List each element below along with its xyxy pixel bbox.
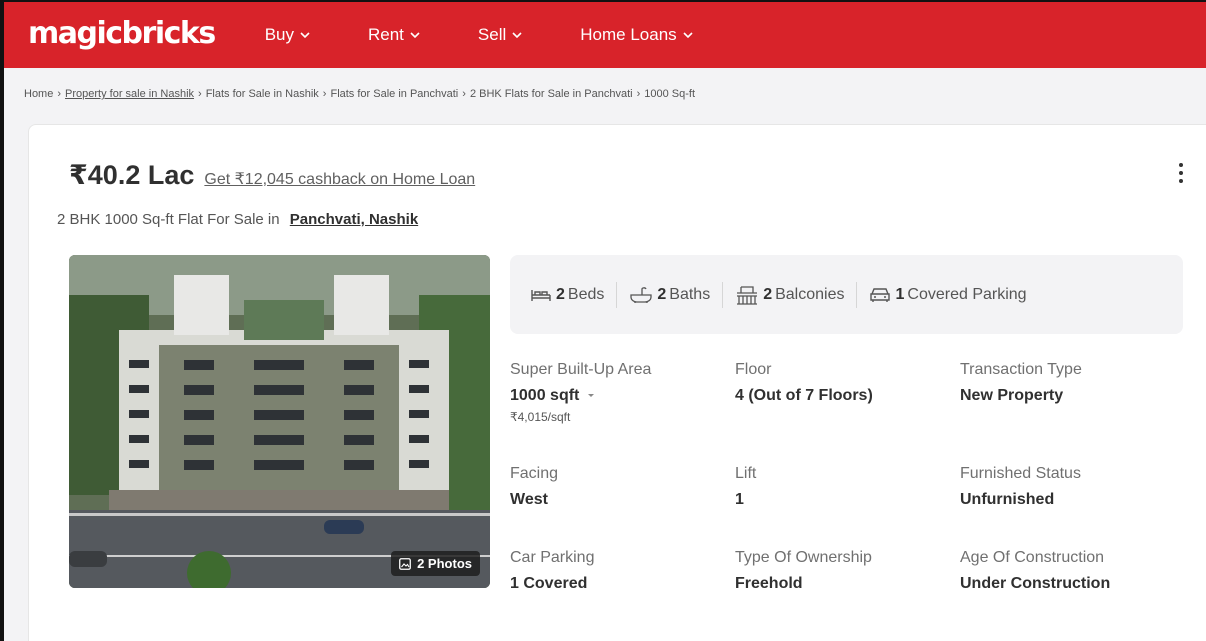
breadcrumb: Home › Property for sale in Nashik › Fla… <box>4 68 1206 120</box>
more-options-icon[interactable] <box>1175 161 1187 187</box>
property-summary-bar: 2 Beds 2 Baths 2 Balconies 1 Covered Par… <box>510 255 1183 334</box>
bed-icon <box>531 289 551 301</box>
spec-car-parking: Car Parking 1 Covered <box>510 549 730 593</box>
chevron-down-icon <box>512 32 522 39</box>
spec-value: Unfurnished <box>960 491 1055 508</box>
image-icon <box>399 557 411 570</box>
spec-lift: Lift 1 <box>735 465 955 509</box>
spec-furnished-status: Furnished Status Unfurnished <box>960 465 1180 509</box>
summary-baths: 2 Baths <box>629 286 710 304</box>
chevron-down-icon <box>300 32 310 39</box>
building-photo-illustration <box>69 255 490 588</box>
breadcrumb-flats-nashik[interactable]: Flats for Sale in Nashik <box>206 88 319 100</box>
spec-value: 4 (Out of 7 Floors) <box>735 387 873 404</box>
breadcrumb-2bhk-panchvati[interactable]: 2 BHK Flats for Sale in Panchvati <box>470 88 633 100</box>
beds-count: 2 <box>556 285 565 303</box>
nav-sell-label: Sell <box>477 25 507 44</box>
spec-value: New Property <box>960 387 1064 404</box>
spec-type-of-ownership: Type Of Ownership Freehold <box>735 549 955 593</box>
chevron-down-icon <box>683 32 693 39</box>
price-per-sqft: ₹4,015/sqft <box>510 410 571 424</box>
spec-label: Facing <box>510 465 559 482</box>
summary-divider <box>722 281 724 308</box>
parking-count: 1 <box>895 285 905 303</box>
balcony-icon <box>737 285 758 305</box>
car-icon <box>870 287 891 302</box>
spec-label: Floor <box>735 361 772 378</box>
spec-value: Freehold <box>735 575 803 592</box>
magicbricks-logo[interactable]: magicbricks <box>28 16 216 51</box>
nav-buy[interactable]: Buy <box>265 25 310 45</box>
area-unit-dropdown[interactable]: 1000 sqft <box>510 387 730 405</box>
spec-value: Under Construction <box>960 575 1111 592</box>
beds-label: Beds <box>567 285 605 303</box>
property-title-text: 2 BHK 1000 Sq-ft Flat For Sale in <box>57 211 280 228</box>
breadcrumb-property-nashik[interactable]: Property for sale in Nashik <box>65 88 194 100</box>
spec-label: Type Of Ownership <box>735 549 872 566</box>
breadcrumb-separator: › <box>57 88 62 100</box>
breadcrumb-separator: › <box>462 88 466 100</box>
spec-value: West <box>510 491 548 508</box>
spec-value: 1 <box>735 491 744 508</box>
spec-value: 1 Covered <box>510 575 588 592</box>
property-title: 2 BHK 1000 Sq-ft Flat For Sale in Panchv… <box>57 211 418 228</box>
property-location-link[interactable]: Panchvati, Nashik <box>290 211 418 228</box>
breadcrumb-current: 1000 Sq-ft <box>644 88 696 100</box>
spec-label: Car Parking <box>510 549 595 566</box>
cashback-link[interactable]: Get ₹12,045 cashback on Home Loan <box>204 169 475 189</box>
chevron-down-icon <box>410 32 420 39</box>
summary-beds: 2 Beds <box>530 286 604 304</box>
spec-label: Lift <box>735 465 757 482</box>
breadcrumb-flats-panchvati[interactable]: Flats for Sale in Panchvati <box>330 88 458 100</box>
balconies-count: 2 <box>763 285 773 303</box>
baths-label: Baths <box>669 285 711 303</box>
photos-count-label: 2 Photos <box>417 556 472 571</box>
spec-super-built-up-area: Super Built-Up Area 1000 sqft ₹4,015/sqf… <box>510 361 730 424</box>
spec-floor: Floor 4 (Out of 7 Floors) <box>735 361 955 405</box>
spec-value: 1000 sqft <box>510 387 580 404</box>
spec-age-of-construction: Age Of Construction Under Construction <box>960 549 1180 593</box>
nav-sell[interactable]: Sell <box>478 25 522 45</box>
breadcrumb-separator: › <box>322 88 327 100</box>
property-price: ₹40.2 Lac <box>69 160 195 190</box>
property-photo[interactable]: 2 Photos <box>69 255 490 588</box>
parking-label: Covered Parking <box>907 285 1027 303</box>
summary-parking: 1 Covered Parking <box>869 285 1027 304</box>
photos-count-badge[interactable]: 2 Photos <box>391 551 480 576</box>
bathtub-icon <box>630 286 653 303</box>
spec-label: Super Built-Up Area <box>510 361 652 378</box>
nav-buy-label: Buy <box>264 25 294 44</box>
baths-count: 2 <box>657 285 667 303</box>
spec-transaction-type: Transaction Type New Property <box>960 361 1180 405</box>
spec-label: Age Of Construction <box>960 549 1105 566</box>
balconies-label: Balconies <box>775 285 845 303</box>
property-card: ₹40.2 Lac Get ₹12,045 cashback on Home L… <box>28 124 1206 641</box>
top-nav: magicbricks Buy Rent Sell Home Loans <box>4 2 1206 68</box>
spec-label: Furnished Status <box>960 465 1081 482</box>
spec-label: Transaction Type <box>960 361 1082 378</box>
price-row: ₹40.2 Lac Get ₹12,045 cashback on Home L… <box>69 160 475 191</box>
summary-balconies: 2 Balconies <box>735 285 844 305</box>
summary-divider <box>616 281 618 308</box>
breadcrumb-home[interactable]: Home <box>24 88 53 100</box>
caret-down-icon <box>588 394 595 397</box>
nav-rent[interactable]: Rent <box>368 25 420 45</box>
spec-facing: Facing West <box>510 465 730 509</box>
breadcrumb-separator: › <box>198 88 202 100</box>
nav-home-loans[interactable]: Home Loans <box>580 25 693 45</box>
breadcrumb-separator: › <box>636 88 641 100</box>
summary-divider <box>856 281 858 308</box>
nav-home-loans-label: Home Loans <box>580 25 677 44</box>
nav-rent-label: Rent <box>368 25 404 44</box>
